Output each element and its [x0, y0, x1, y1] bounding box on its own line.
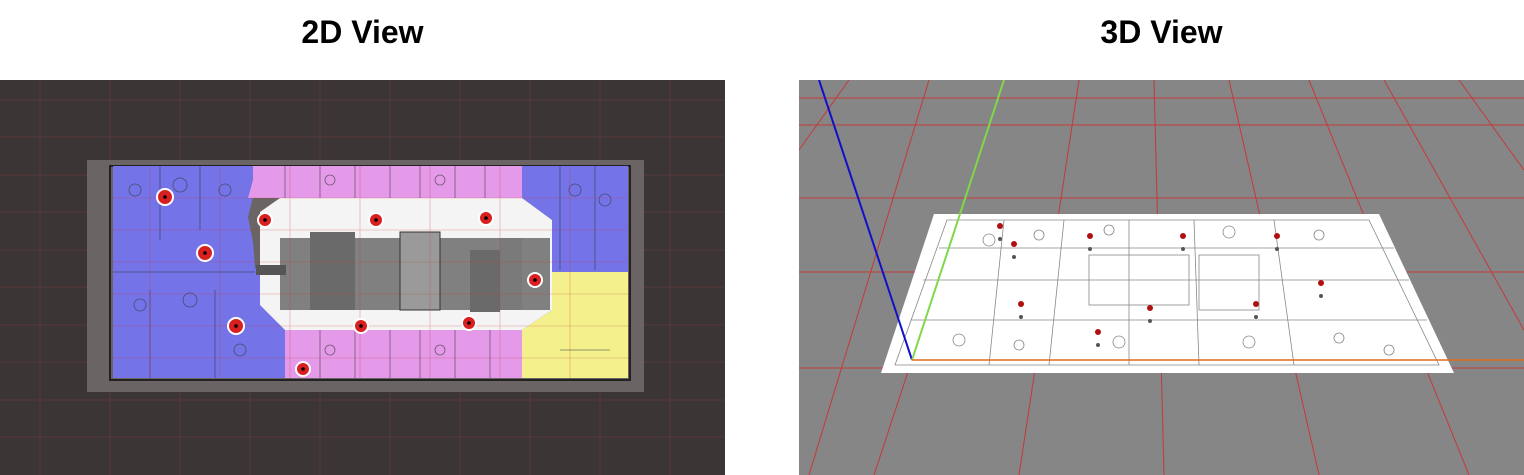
axis-z — [818, 80, 913, 361]
zone-meeting-top — [248, 166, 522, 198]
viewport-2d[interactable] — [0, 80, 725, 475]
waypoint-marker-icon[interactable] — [156, 188, 174, 206]
zone-meeting-bottom — [285, 330, 522, 378]
waypoint-marker-icon[interactable] — [527, 272, 543, 288]
title-3d-view: 3D View — [1100, 14, 1223, 50]
title-2d-view: 2D View — [301, 14, 424, 50]
waypoint-marker-icon[interactable] — [257, 212, 273, 228]
waypoint-marker-icon[interactable] — [461, 315, 477, 331]
waypoint-marker-icon[interactable] — [478, 210, 494, 226]
building-core — [256, 231, 550, 312]
viewport-3d[interactable] — [799, 80, 1524, 475]
waypoint-marker-icon[interactable] — [368, 212, 384, 228]
waypoint-marker-icon[interactable] — [196, 244, 214, 262]
waypoint-marker-icon[interactable] — [295, 361, 311, 377]
floorplan-plane — [881, 214, 1454, 373]
waypoint-marker-icon[interactable] — [227, 317, 245, 335]
waypoint-marker-icon[interactable] — [353, 318, 369, 334]
